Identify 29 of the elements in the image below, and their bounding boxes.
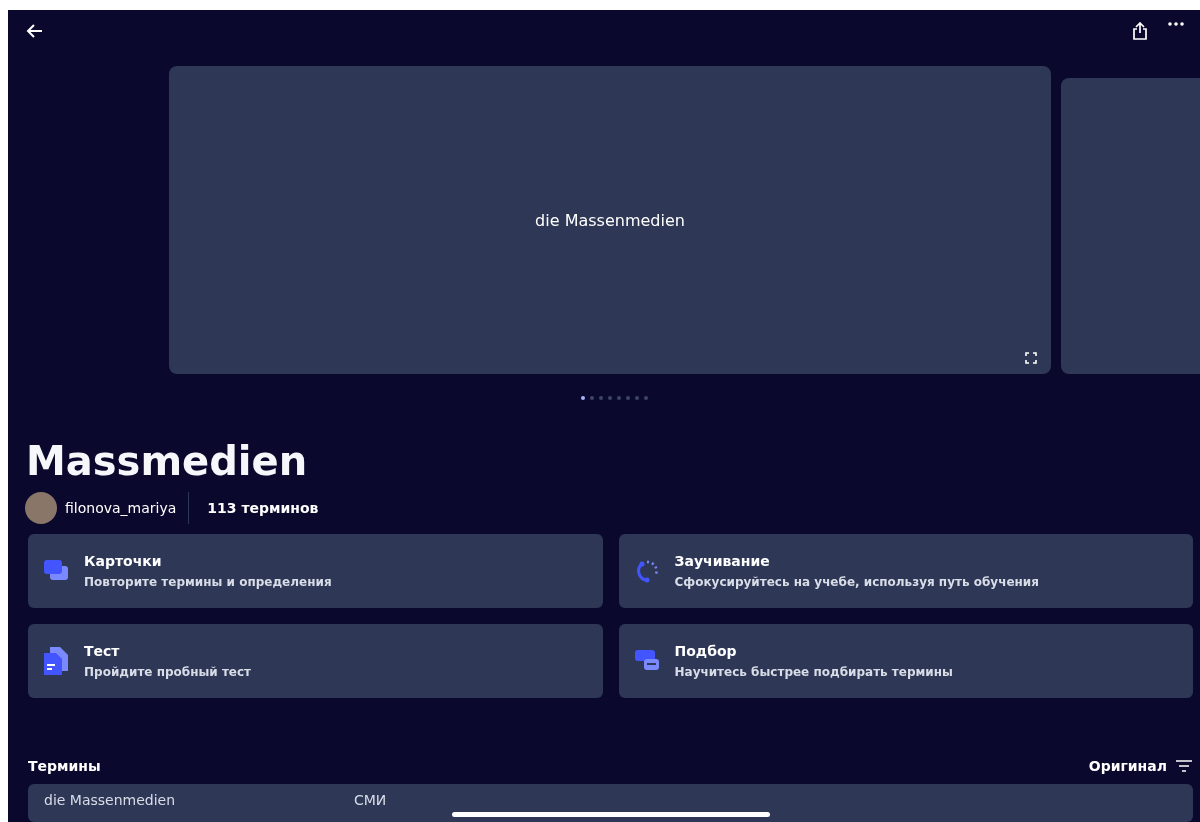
pager-dot[interactable] (589, 396, 594, 401)
flashcard[interactable]: die Massenmedien (169, 66, 1051, 375)
dotted-circle-icon (634, 559, 659, 584)
study-mode-button[interactable]: Заучивание Сфокусируйтесь на учебе, используя путь обучения (618, 534, 1193, 609)
cards-icon (44, 560, 68, 583)
pager-dot[interactable] (625, 396, 630, 401)
sort-button[interactable]: Оригинал (1088, 758, 1193, 775)
blocks-icon (634, 650, 659, 673)
pager-dot[interactable] (598, 396, 603, 401)
card-term: die Massenmedien (535, 210, 685, 230)
term-count: 113 терминов (206, 500, 319, 517)
author-name[interactable]: filonova_mariya (65, 492, 190, 525)
pager-dot[interactable] (616, 396, 621, 401)
set-title: Massmedien (26, 438, 309, 485)
share-icon[interactable] (1132, 22, 1148, 41)
pager-dot[interactable] (643, 396, 648, 401)
filter-icon (1175, 759, 1193, 774)
pager-dot[interactable] (607, 396, 612, 401)
pager-dot[interactable] (634, 396, 639, 401)
term-text: die Massenmedien (44, 792, 177, 811)
section-heading: Термины (28, 758, 101, 775)
study-mode-button[interactable]: Тест Пройдите пробный тест (28, 624, 603, 699)
study-mode-button[interactable]: Карточки Повторите термины и определения (28, 534, 603, 609)
avatar (25, 492, 57, 525)
document-icon (44, 647, 68, 676)
definition-text: СМИ (354, 792, 387, 811)
pager-dot[interactable] (580, 396, 585, 401)
study-mode-button[interactable]: Подбор Научитесь быстрее подбирать термины (618, 624, 1193, 699)
fullscreen-icon[interactable] (1025, 352, 1037, 365)
